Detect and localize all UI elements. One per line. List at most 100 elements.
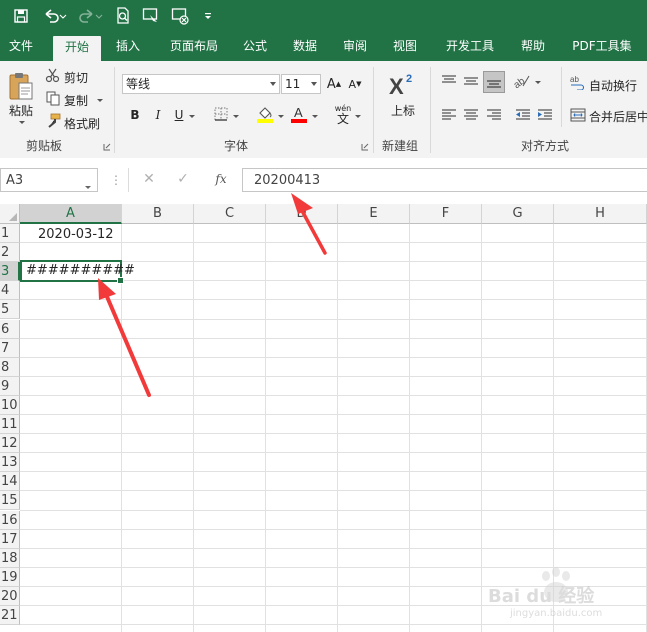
column-header-A[interactable]: A	[20, 204, 122, 224]
print-preview-icon[interactable]	[112, 5, 134, 27]
fill-color-icon[interactable]	[256, 104, 274, 124]
row-header-4[interactable]: 4	[0, 281, 20, 301]
name-box[interactable]: A3	[0, 168, 98, 192]
save-icon[interactable]	[10, 5, 32, 27]
superscript-button[interactable]: 上标	[391, 102, 415, 119]
scissors-icon[interactable]	[45, 67, 61, 83]
tab-home[interactable]: 开始	[53, 36, 101, 61]
superscript-icon[interactable]: X2	[388, 69, 418, 99]
phonetic-guide-icon[interactable]: wén 文	[332, 104, 354, 126]
merge-center-icon[interactable]	[570, 107, 586, 123]
cell-A1[interactable]: 2020-03-12	[38, 227, 114, 242]
tab-formulas[interactable]: 公式	[234, 33, 276, 61]
font-size-combo[interactable]: 11	[281, 74, 321, 94]
phonetic-dropdown-icon[interactable]	[354, 113, 362, 119]
undo-icon[interactable]	[40, 5, 70, 27]
tab-insert[interactable]: 插入	[106, 33, 150, 61]
row-header-3[interactable]: 3	[0, 262, 20, 282]
row-header-5[interactable]: 5	[0, 300, 20, 320]
row-header-15[interactable]: 15	[0, 491, 20, 511]
row-header-17[interactable]: 17	[0, 529, 20, 549]
tab-pdf-tools[interactable]: PDF工具集	[564, 33, 640, 61]
format-painter-button[interactable]: 格式刷	[64, 115, 100, 132]
copy-dropdown-icon[interactable]	[96, 97, 104, 103]
align-middle-icon[interactable]	[462, 73, 480, 89]
align-right-icon[interactable]	[485, 107, 503, 123]
tab-data[interactable]: 数据	[284, 33, 326, 61]
row-header-18[interactable]: 18	[0, 548, 20, 568]
column-header-B[interactable]: B	[122, 204, 194, 224]
worksheet-grid[interactable]: ABCDEFGH 1 2 3 4 5 6 7 8 9 10 11 12 13 14 15 16 17 18 19 20…	[0, 204, 647, 632]
form-icon[interactable]	[140, 5, 162, 27]
cancel-icon[interactable]: ✕	[142, 171, 156, 189]
decrease-font-icon[interactable]: A ▼	[347, 74, 363, 94]
tab-file[interactable]: 文件	[0, 33, 42, 61]
align-left-icon[interactable]	[440, 107, 458, 123]
font-color-icon[interactable]: A	[290, 104, 308, 124]
fill-color-dropdown-icon[interactable]	[277, 113, 285, 119]
formula-input[interactable]: 20200413	[242, 168, 647, 192]
align-center-icon[interactable]	[462, 107, 480, 123]
wrap-text-icon[interactable]: ab	[570, 74, 586, 90]
paste-icon[interactable]	[6, 69, 36, 105]
copy-icon[interactable]	[45, 90, 61, 106]
row-header-6[interactable]: 6	[0, 319, 20, 339]
row-header-16[interactable]: 16	[0, 510, 20, 530]
column-header-H[interactable]: H	[554, 204, 647, 224]
format-painter-icon[interactable]	[45, 113, 61, 129]
font-name-combo[interactable]: 等线	[122, 74, 280, 94]
row-header-9[interactable]: 9	[0, 376, 20, 396]
insert-function-icon[interactable]: fx	[212, 172, 230, 190]
tab-view[interactable]: 视图	[384, 33, 426, 61]
borders-dropdown-icon[interactable]	[232, 113, 240, 119]
row-header-14[interactable]: 14	[0, 472, 20, 492]
customize-icon[interactable]	[200, 5, 216, 27]
tab-review[interactable]: 审阅	[334, 33, 376, 61]
orientation-icon[interactable]: ab	[512, 72, 532, 90]
merge-center-button[interactable]: 合并后居中	[589, 108, 647, 125]
column-header-C[interactable]: C	[194, 204, 266, 224]
column-header-E[interactable]: E	[338, 204, 410, 224]
select-all-corner[interactable]	[0, 204, 20, 224]
row-header-13[interactable]: 13	[0, 453, 20, 473]
increase-font-icon[interactable]: A ▲	[326, 74, 342, 94]
redo-icon[interactable]	[76, 5, 106, 27]
tab-developer[interactable]: 开发工具	[438, 33, 502, 61]
italic-button[interactable]: I	[151, 107, 165, 123]
fill-handle[interactable]	[117, 277, 124, 284]
bold-button[interactable]: B	[128, 107, 142, 123]
borders-icon[interactable]	[213, 106, 229, 122]
enter-icon[interactable]: ✓	[176, 171, 190, 189]
column-header-D[interactable]: D	[266, 204, 338, 224]
underline-button[interactable]: U	[172, 107, 186, 123]
row-header-1[interactable]: 1	[0, 224, 20, 244]
row-header-20[interactable]: 20	[0, 586, 20, 606]
clear-icon[interactable]	[168, 5, 192, 27]
align-top-icon[interactable]	[440, 73, 458, 89]
wrap-text-button[interactable]: 自动换行	[589, 77, 637, 94]
row-header-2[interactable]: 2	[0, 243, 20, 263]
underline-dropdown-icon[interactable]	[188, 113, 196, 119]
orientation-dropdown-icon[interactable]	[534, 79, 542, 85]
row-header-21[interactable]: 21	[0, 606, 20, 626]
font-color-dropdown-icon[interactable]	[311, 113, 319, 119]
clipboard-launcher-icon[interactable]	[103, 143, 111, 151]
column-header-F[interactable]: F	[410, 204, 482, 224]
paste-button[interactable]: 粘贴	[9, 102, 33, 119]
row-header-12[interactable]: 12	[0, 434, 20, 454]
row-header-7[interactable]: 7	[0, 338, 20, 358]
increase-indent-icon[interactable]	[536, 107, 554, 123]
align-bottom-icon[interactable]	[483, 71, 505, 93]
row-header-19[interactable]: 19	[0, 567, 20, 587]
row-header-8[interactable]: 8	[0, 357, 20, 377]
copy-button[interactable]: 复制	[64, 92, 88, 109]
active-cell-A3[interactable]: ##########	[20, 260, 135, 284]
name-box-dropdown-icon[interactable]	[85, 178, 91, 192]
cut-button[interactable]: 剪切	[64, 69, 88, 86]
paste-dropdown-icon[interactable]	[18, 119, 26, 125]
tab-help[interactable]: 帮助	[512, 33, 554, 61]
decrease-indent-icon[interactable]	[514, 107, 532, 123]
font-launcher-icon[interactable]	[361, 143, 369, 151]
column-header-G[interactable]: G	[482, 204, 554, 224]
tab-page-layout[interactable]: 页面布局	[160, 33, 228, 61]
